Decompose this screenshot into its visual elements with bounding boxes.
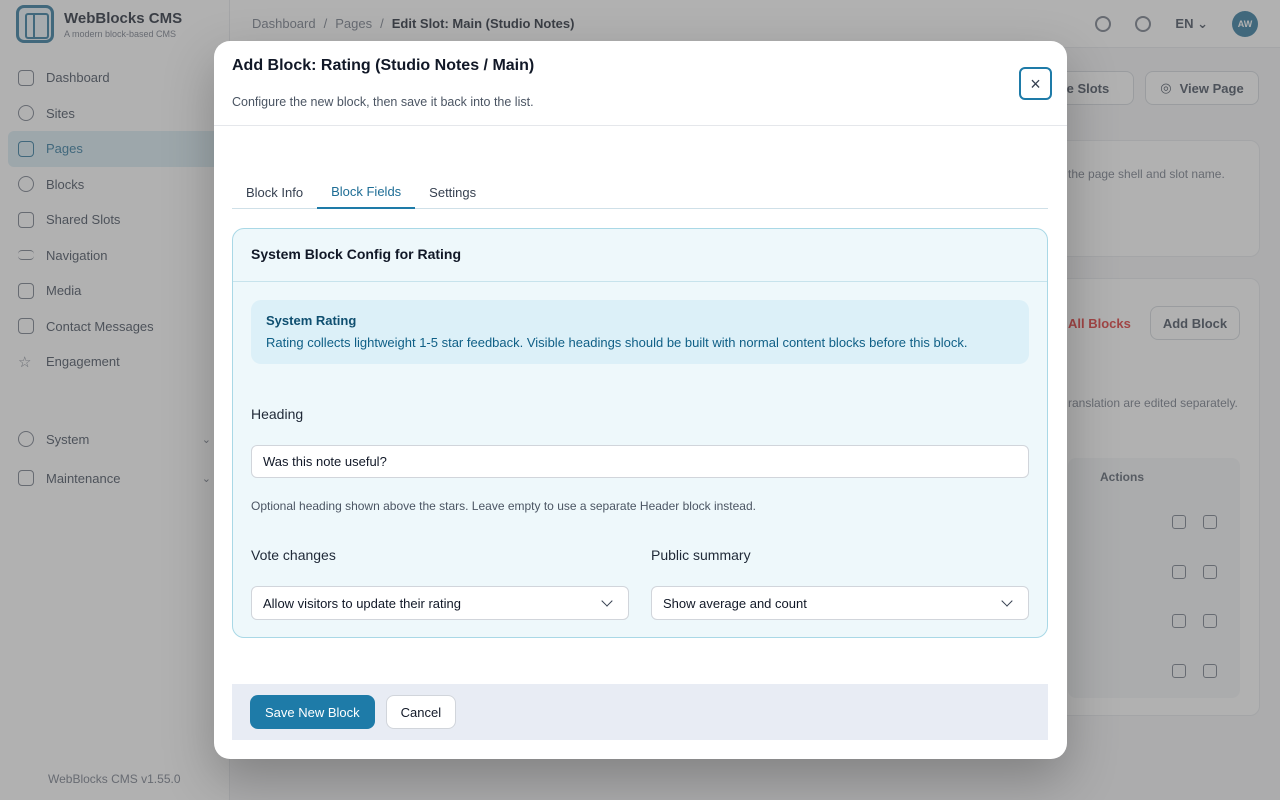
vote-changes-select[interactable]: Allow visitors to update their rating [251,586,629,620]
info-title: System Rating [266,313,357,328]
public-summary-value: Show average and count [663,595,807,611]
vote-changes-label: Vote changes [251,547,336,563]
heading-label: Heading [251,406,304,422]
save-new-block-button[interactable]: Save New Block [250,695,375,729]
system-block-config-card: System Block Config for Rating System Ra… [232,228,1048,638]
info-text: Rating collects lightweight 1-5 star fee… [266,335,968,350]
vote-changes-value: Allow visitors to update their rating [263,595,461,611]
tab-bar: Block Info Block Fields Settings [232,175,1048,209]
public-summary-label: Public summary [651,547,751,563]
config-card-title: System Block Config for Rating [233,229,1047,282]
system-rating-info: System Rating Rating collects lightweigh… [251,300,1029,364]
close-icon: × [1030,73,1041,94]
modal-footer: Save New Block Cancel [232,684,1048,740]
close-button[interactable]: × [1019,67,1052,100]
cancel-button[interactable]: Cancel [385,695,457,729]
add-block-modal: Add Block: Rating (Studio Notes / Main) … [214,41,1067,759]
heading-input[interactable] [251,445,1029,478]
tab-settings[interactable]: Settings [415,175,490,209]
modal-title: Add Block: Rating (Studio Notes / Main) [232,57,535,74]
modal-header: Add Block: Rating (Studio Notes / Main) … [214,41,1067,126]
chevron-down-icon [601,595,613,607]
heading-help-text: Optional heading shown above the stars. … [251,499,756,513]
tab-block-info[interactable]: Block Info [232,175,317,209]
public-summary-select[interactable]: Show average and count [651,586,1029,620]
modal-subtitle: Configure the new block, then save it ba… [232,95,534,109]
chevron-down-icon [1001,595,1013,607]
tab-block-fields[interactable]: Block Fields [317,175,416,209]
